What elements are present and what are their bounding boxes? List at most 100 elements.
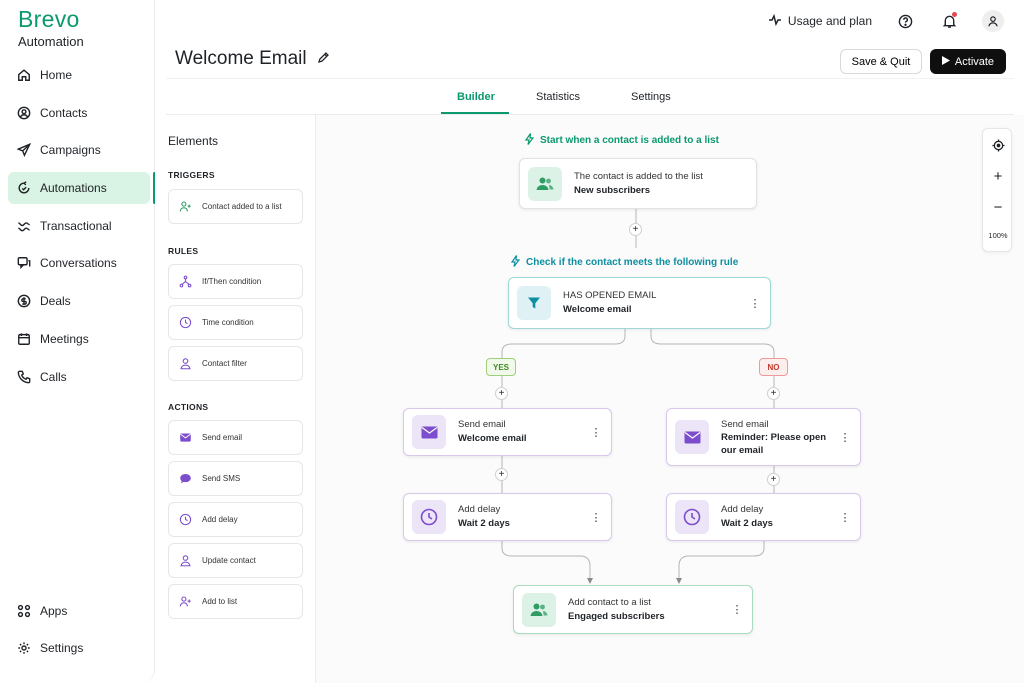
sidebar-item-label: Contacts <box>40 106 88 120</box>
sidebar-item-home[interactable]: Home <box>8 59 150 91</box>
start-label: Start when a contact is added to a list <box>524 133 719 148</box>
activate-button[interactable]: Activate <box>930 49 1006 74</box>
more-options-icon[interactable]: ⋮ <box>840 430 851 444</box>
no-branch-badge: NO <box>759 358 788 376</box>
tab-builder[interactable]: Builder <box>457 91 495 103</box>
tab-statistics[interactable]: Statistics <box>536 91 580 103</box>
sidebar-item-meetings[interactable]: Meetings <box>8 323 150 355</box>
usage-label: Usage and plan <box>787 14 872 28</box>
clock-icon <box>412 500 446 534</box>
delay-line1: Add delay <box>458 504 501 515</box>
sidebar-item-deals[interactable]: Deals <box>8 285 150 317</box>
home-icon <box>17 68 31 82</box>
sidebar-item-label: Meetings <box>40 332 89 346</box>
edit-pencil-icon[interactable] <box>317 48 330 70</box>
element-label: Time condition <box>202 318 254 327</box>
add-step-button[interactable]: + <box>495 387 508 400</box>
element-label: If/Then condition <box>202 277 262 286</box>
tab-settings[interactable]: Settings <box>631 91 671 103</box>
branch-icon <box>177 274 193 290</box>
element-label: Send SMS <box>202 474 241 483</box>
send-email-node-yes[interactable]: Send email Welcome email ⋮ <box>403 408 612 456</box>
element-contact-added-to-list[interactable]: Contact added to a list <box>168 189 303 224</box>
delay-node-no[interactable]: Add delay Wait 2 days ⋮ <box>666 493 861 541</box>
element-if-then-condition[interactable]: If/Then condition <box>168 264 303 299</box>
trigger-node[interactable]: The contact is added to the list New sub… <box>519 158 757 209</box>
actions-heading: ACTIONS <box>168 402 209 412</box>
person-icon <box>177 553 193 569</box>
sidebar-item-contacts[interactable]: Contacts <box>8 97 150 129</box>
sidebar-item-automations[interactable]: Automations <box>8 172 156 204</box>
more-options-icon[interactable]: ⋮ <box>840 510 851 524</box>
zoom-out-button[interactable]: − <box>983 195 1013 219</box>
envelope-icon <box>177 430 193 446</box>
save-quit-button[interactable]: Save & Quit <box>840 49 922 74</box>
add-step-button[interactable]: + <box>767 473 780 486</box>
sidebar-item-apps[interactable]: Apps <box>8 595 150 627</box>
add-step-button[interactable]: + <box>629 223 642 236</box>
contacts-add-icon <box>177 594 193 610</box>
add-to-list-node[interactable]: Add contact to a list Engaged subscriber… <box>513 585 753 634</box>
automation-icon <box>17 181 31 195</box>
filter-icon <box>517 286 551 320</box>
element-send-sms[interactable]: Send SMS <box>168 461 303 496</box>
element-add-to-list[interactable]: Add to list <box>168 584 303 619</box>
more-options-icon[interactable]: ⋮ <box>732 603 743 617</box>
sidebar-item-label: Apps <box>40 604 68 618</box>
usage-and-plan-link[interactable]: Usage and plan <box>768 13 872 29</box>
element-label: Add delay <box>202 515 238 524</box>
rule-label-text: Check if the contact meets the following… <box>526 257 739 268</box>
sidebar-item-calls[interactable]: Calls <box>8 361 150 393</box>
add-step-button[interactable]: + <box>495 468 508 481</box>
envelope-icon <box>412 415 446 449</box>
elements-panel: Elements TRIGGERS Contact added to a lis… <box>155 115 316 683</box>
send-email-node-no[interactable]: Send email Reminder: Please open our ema… <box>666 408 861 466</box>
sidebar-item-label: Transactional <box>40 219 112 233</box>
lightning-icon <box>524 133 535 148</box>
add-step-button[interactable]: + <box>767 387 780 400</box>
more-options-icon[interactable]: ⋮ <box>750 296 761 310</box>
help-icon[interactable] <box>894 10 916 32</box>
add-to-list-name: Engaged subscribers <box>568 610 665 622</box>
element-label: Contact filter <box>202 359 247 368</box>
element-add-delay[interactable]: Add delay <box>168 502 303 537</box>
sidebar-item-settings[interactable]: Settings <box>8 632 150 664</box>
zoom-in-button[interactable]: + <box>983 164 1013 188</box>
deals-icon <box>17 294 31 308</box>
brand-logo[interactable]: Brevo <box>18 6 80 33</box>
element-time-condition[interactable]: Time condition <box>168 305 303 340</box>
sidebar-item-label: Home <box>40 68 73 82</box>
topbar: Usage and plan <box>768 10 1004 32</box>
more-options-icon[interactable]: ⋮ <box>591 510 602 524</box>
sidebar-item-conversations[interactable]: Conversations <box>8 247 150 279</box>
avatar[interactable] <box>982 10 1004 32</box>
element-update-contact[interactable]: Update contact <box>168 543 303 578</box>
element-send-email[interactable]: Send email <box>168 420 303 455</box>
envelope-icon <box>675 420 709 454</box>
condition-node[interactable]: HAS OPENED EMAIL Welcome email ⋮ <box>508 277 771 329</box>
yes-branch-badge: YES <box>486 358 516 376</box>
person-icon <box>177 356 193 372</box>
condition-email-name: Welcome email <box>563 304 632 315</box>
sidebar: Brevo Automation Home Contacts Campaigns… <box>0 0 156 683</box>
trigger-list-name: New subscribers <box>574 184 651 196</box>
contacts-icon <box>528 166 562 201</box>
sidebar-item-transactional[interactable]: Transactional <box>8 210 150 242</box>
workflow-title: Welcome Email <box>175 48 307 69</box>
page-title: Welcome Email <box>175 48 330 70</box>
elements-title: Elements <box>168 134 219 148</box>
phone-icon <box>17 370 31 384</box>
recenter-icon[interactable] <box>983 133 1013 157</box>
sidebar-item-label: Campaigns <box>40 143 101 157</box>
element-contact-filter[interactable]: Contact filter <box>168 346 303 381</box>
sidebar-item-label: Deals <box>40 294 71 308</box>
delay-node-yes[interactable]: Add delay Wait 2 days ⋮ <box>403 493 612 541</box>
clock-icon <box>675 500 709 534</box>
sms-icon <box>177 471 193 487</box>
element-label: Add to list <box>202 597 238 606</box>
more-options-icon[interactable]: ⋮ <box>591 425 602 439</box>
sidebar-item-campaigns[interactable]: Campaigns <box>8 134 150 166</box>
sidebar-item-label: Automations <box>40 181 107 195</box>
bell-icon[interactable] <box>938 10 960 32</box>
condition-line1: HAS OPENED EMAIL <box>563 290 657 301</box>
